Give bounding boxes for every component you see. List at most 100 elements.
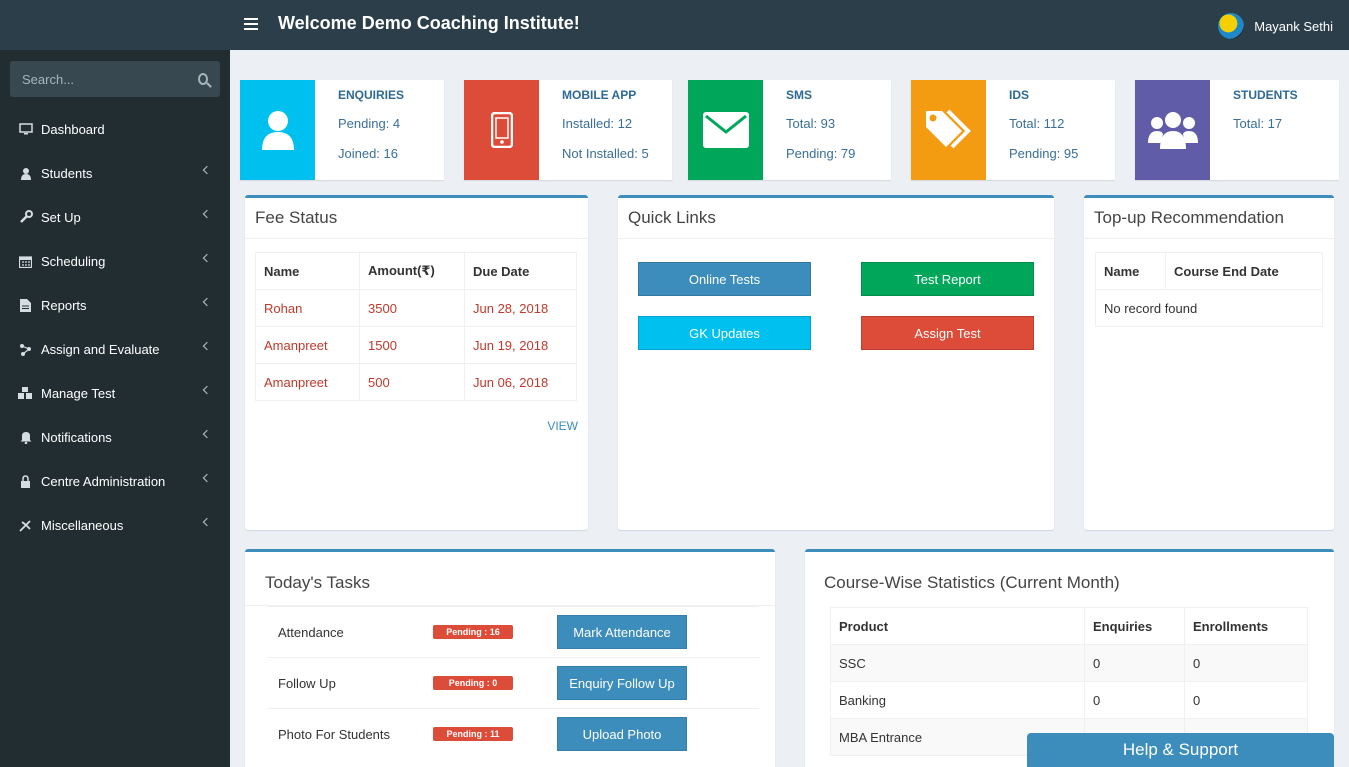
wrench-icon xyxy=(18,210,33,224)
sidebar-item-assign-evaluate[interactable]: Assign and Evaluate xyxy=(0,327,230,371)
panel-title: Today's Tasks xyxy=(245,552,775,606)
topup-table: Name Course End Date No record found xyxy=(1095,252,1323,327)
chevron-left-icon xyxy=(202,473,212,483)
table-cell: 1500 xyxy=(359,326,465,364)
chevron-left-icon xyxy=(202,517,212,527)
column-header: Enquiries xyxy=(1084,607,1185,645)
assign-test-button[interactable]: Assign Test xyxy=(861,316,1034,350)
info-box-line: Total: 17 xyxy=(1233,116,1283,131)
panel-title: Fee Status xyxy=(245,198,588,239)
info-box-sms[interactable]: SMS Total: 93 Pending: 79 xyxy=(688,80,891,180)
gk-updates-button[interactable]: GK Updates xyxy=(638,316,811,350)
table-cell: Rohan xyxy=(255,289,360,327)
search-input[interactable] xyxy=(22,71,198,87)
enquiry-follow-up-button[interactable]: Enquiry Follow Up xyxy=(557,666,687,700)
sidebar-item-label: Students xyxy=(41,165,93,181)
topup-panel: Top-up Recommendation Name Course End Da… xyxy=(1084,195,1334,530)
help-support-button[interactable]: Help & Support xyxy=(1027,733,1334,767)
info-box-title: ENQUIRIES xyxy=(338,88,405,102)
info-box-mobile-app[interactable]: MOBILE APP Installed: 12 Not Installed: … xyxy=(464,80,672,180)
sidebar-item-setup[interactable]: Set Up xyxy=(0,195,230,239)
pending-badge: Pending : 16 xyxy=(433,625,513,639)
sidebar: Dashboard Students Set Up Scheduling Rep… xyxy=(0,50,230,767)
table-cell: Amanpreet xyxy=(255,326,360,364)
table-cell: 500 xyxy=(359,363,465,401)
sidebar-item-students[interactable]: Students xyxy=(0,151,230,195)
table-cell: SSC xyxy=(830,644,1085,682)
sidebar-item-manage-test[interactable]: Manage Test xyxy=(0,371,230,415)
sidebar-menu: Dashboard Students Set Up Scheduling Rep… xyxy=(0,107,230,547)
sidebar-item-dashboard[interactable]: Dashboard xyxy=(0,107,230,151)
todays-tasks-panel: Today's Tasks Attendance Pending : 16 Ma… xyxy=(245,549,775,767)
tags-icon xyxy=(911,80,986,180)
user-icon xyxy=(240,80,315,180)
task-row: Attendance Pending : 16 Mark Attendance xyxy=(267,606,759,657)
info-box-title: SMS xyxy=(786,88,813,102)
info-box-line: Pending: 4 xyxy=(338,116,401,131)
chevron-left-icon xyxy=(202,253,212,263)
info-box-line: Not Installed: 5 xyxy=(562,146,649,161)
table-row[interactable]: Rohan 3500 Jun 28, 2018 xyxy=(255,289,577,327)
info-box-line: Installed: 12 xyxy=(562,116,633,131)
mark-attendance-button[interactable]: Mark Attendance xyxy=(557,615,687,649)
sidebar-item-miscellaneous[interactable]: Miscellaneous xyxy=(0,503,230,547)
column-header: Course End Date xyxy=(1165,252,1323,290)
chevron-left-icon xyxy=(202,209,212,219)
fee-status-panel: Fee Status Name Amount(₹) Due Date Rohan… xyxy=(245,195,588,530)
table-cell: Banking xyxy=(830,681,1085,719)
info-box-line: Pending: 79 xyxy=(786,146,856,161)
menu-toggle-icon[interactable] xyxy=(244,18,258,30)
table-row[interactable]: Amanpreet 1500 Jun 19, 2018 xyxy=(255,326,577,364)
chevron-left-icon xyxy=(202,341,212,351)
calendar-icon xyxy=(18,254,33,268)
user-name: Mayank Sethi xyxy=(1254,18,1333,34)
pending-badge: Pending : 11 xyxy=(433,727,513,741)
column-header: Due Date xyxy=(464,252,577,290)
info-box-line: Joined: 16 xyxy=(338,146,398,161)
table-header-row: Product Enquiries Enrollments xyxy=(830,607,1308,645)
table-row[interactable]: Amanpreet 500 Jun 06, 2018 xyxy=(255,363,577,401)
tool-icon xyxy=(18,518,33,532)
info-box-line: Pending: 95 xyxy=(1009,146,1079,161)
sidebar-item-scheduling[interactable]: Scheduling xyxy=(0,239,230,283)
bell-icon xyxy=(18,430,33,444)
mobile-icon xyxy=(464,80,539,180)
task-name: Attendance xyxy=(278,624,344,640)
info-box-ids[interactable]: IDs Total: 112 Pending: 95 xyxy=(911,80,1115,180)
panel-title: Course-Wise Statistics (Current Month) xyxy=(824,573,1120,592)
avatar xyxy=(1218,13,1245,39)
task-row: Photo For Students Pending : 11 Upload P… xyxy=(267,708,759,759)
info-box-enquiries[interactable]: ENQUIRIES Pending: 4 Joined: 16 xyxy=(240,80,444,180)
sidebar-item-notifications[interactable]: Notifications xyxy=(0,415,230,459)
info-box-title: IDs xyxy=(1009,88,1030,102)
view-fee-link[interactable]: VIEW xyxy=(547,419,578,433)
chevron-left-icon xyxy=(202,165,212,175)
sidebar-item-reports[interactable]: Reports xyxy=(0,283,230,327)
chevron-left-icon xyxy=(202,385,212,395)
table-row: Banking 0 0 xyxy=(830,681,1308,719)
cubes-icon xyxy=(18,386,33,400)
top-header: Welcome Demo Coaching Institute! Mayank … xyxy=(0,0,1349,50)
table-cell: 0 xyxy=(1084,644,1185,682)
sidebar-item-centre-admin[interactable]: Centre Administration xyxy=(0,459,230,503)
upload-photo-button[interactable]: Upload Photo xyxy=(557,717,687,751)
chevron-left-icon xyxy=(202,429,212,439)
lock-icon xyxy=(18,474,33,488)
table-cell: Jun 19, 2018 xyxy=(464,326,577,364)
info-box-title: STUDENTS xyxy=(1233,88,1298,102)
network-icon xyxy=(18,342,33,356)
search-icon[interactable] xyxy=(198,73,208,85)
user-menu[interactable]: Mayank Sethi xyxy=(1218,13,1333,39)
online-tests-button[interactable]: Online Tests xyxy=(638,262,811,296)
test-report-button[interactable]: Test Report xyxy=(861,262,1034,296)
column-header: Enrollments xyxy=(1184,607,1308,645)
panel-title: Top-up Recommendation xyxy=(1084,198,1334,239)
table-cell: 0 xyxy=(1184,644,1308,682)
table-header-row: Name Course End Date xyxy=(1095,252,1323,290)
table-row: SSC 0 0 xyxy=(830,644,1308,682)
info-box-students[interactable]: STUDENTS Total: 17 xyxy=(1135,80,1339,180)
panel-title: Quick Links xyxy=(618,198,1054,239)
users-icon xyxy=(1135,80,1210,180)
search-box xyxy=(10,61,220,97)
task-name: Photo For Students xyxy=(278,726,391,742)
